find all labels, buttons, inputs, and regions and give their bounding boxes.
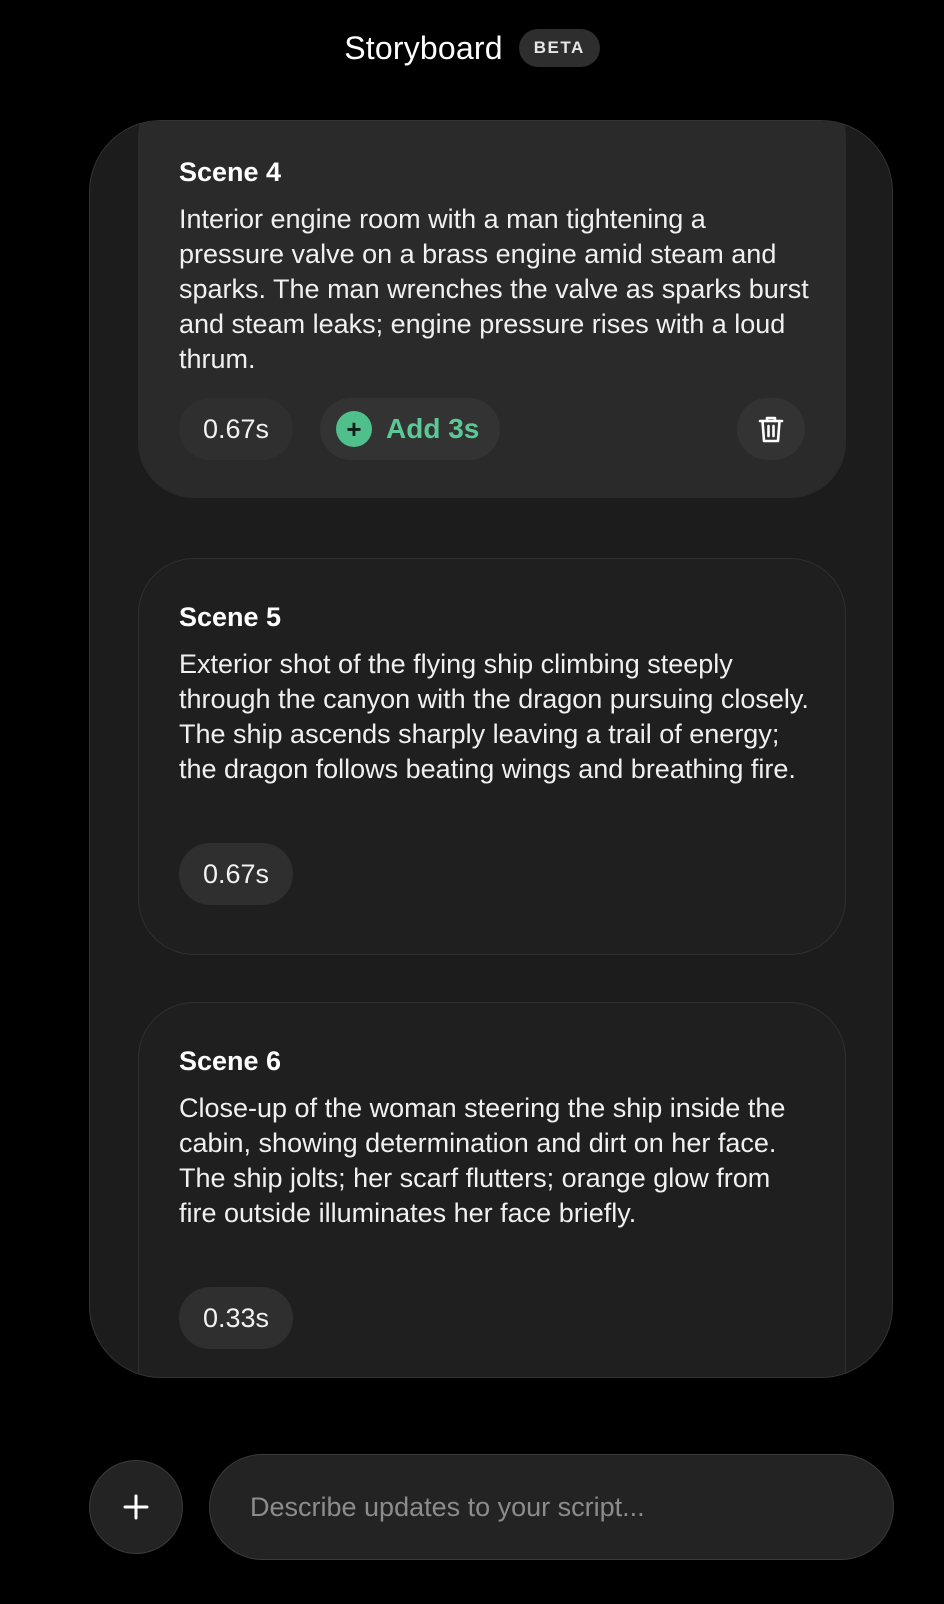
duration-chip[interactable]: 0.67s [179, 398, 294, 460]
add-3s-label: Add 3s [386, 413, 480, 444]
scene-heading: Scene 4 [179, 157, 282, 187]
scene-description: Exterior shot of the flying ship climbin… [179, 649, 809, 784]
beta-badge: BETA [518, 29, 600, 67]
app-title: Storyboard [344, 29, 503, 66]
plus-circle-icon: + [336, 411, 372, 447]
scene-list-panel[interactable]: Scene 4 Interior engine room with a man … [89, 120, 893, 1378]
add-3s-button[interactable]: + Add 3s [320, 398, 501, 460]
scene-card-6[interactable]: Scene 6 Close-up of the woman steering t… [138, 1002, 846, 1377]
scene-heading: Scene 5 [179, 602, 282, 632]
scene-description: Close-up of the woman steering the ship … [179, 1093, 786, 1228]
scene-card-5[interactable]: Scene 5 Exterior shot of the flying ship… [138, 558, 846, 955]
duration-chip[interactable]: 0.67s [179, 843, 294, 905]
duration-chip[interactable]: 0.33s [179, 1287, 294, 1349]
attach-button[interactable] [89, 1460, 183, 1554]
scene-heading: Scene 6 [179, 1046, 282, 1076]
scene-description: Interior engine room with a man tighteni… [179, 204, 809, 374]
script-update-input[interactable] [209, 1454, 894, 1560]
trash-icon [758, 416, 784, 443]
delete-scene-button[interactable] [737, 398, 805, 460]
header: Storyboard BETA [0, 0, 944, 96]
plus-icon [123, 1494, 149, 1520]
scene-card-4[interactable]: Scene 4 Interior engine room with a man … [138, 121, 846, 498]
